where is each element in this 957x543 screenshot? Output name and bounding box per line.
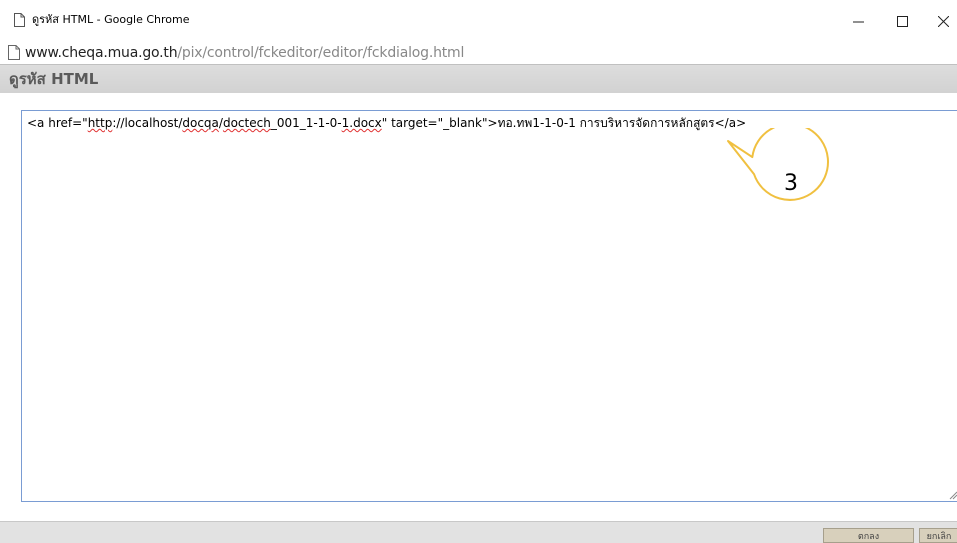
page-icon xyxy=(8,45,20,60)
ok-button[interactable]: ตกลง xyxy=(823,528,914,543)
callout-number: 3 xyxy=(784,171,798,196)
url-host: www.cheqa.mua.go.th xyxy=(25,45,178,61)
resize-grip-icon[interactable] xyxy=(948,490,957,500)
code-segment-misspelled: docqa xyxy=(182,116,219,130)
url-path: /pix/control/fckeditor/editor/fckdialog.… xyxy=(177,45,465,61)
code-segment: " target="_blank">ทอ.ทพ1-1-0-1 การบริหาร… xyxy=(381,116,747,130)
dialog-header: ดูรหัส HTML xyxy=(0,64,957,94)
dialog-title: ดูรหัส HTML xyxy=(9,70,99,88)
cancel-button[interactable]: ยกเลิก xyxy=(919,528,957,543)
close-icon xyxy=(937,15,949,27)
maximize-icon xyxy=(896,15,908,27)
code-segment: ://localhost/ xyxy=(112,116,183,130)
code-segment-misspelled: http xyxy=(87,116,113,130)
close-button[interactable] xyxy=(921,7,957,35)
window-title-bar: ดูรหัส HTML - Google Chrome xyxy=(0,0,957,42)
window-title: ดูรหัส HTML - Google Chrome xyxy=(32,13,190,26)
address-bar[interactable]: www.cheqa.mua.go.th/pix/control/fckedito… xyxy=(0,42,957,64)
minimize-icon xyxy=(852,21,864,22)
dialog-footer: ตกลง ยกเลิก xyxy=(0,521,957,543)
url-text: www.cheqa.mua.go.th/pix/control/fckedito… xyxy=(25,43,464,63)
code-segment: <a href=" xyxy=(27,116,88,130)
maximize-button[interactable] xyxy=(880,7,924,35)
code-segment-misspelled: doctech xyxy=(222,116,271,130)
html-source-text: <a href="http://localhost/docqa/doctech_… xyxy=(27,115,746,131)
page-icon xyxy=(14,13,25,27)
code-segment-misspelled: 1.docx xyxy=(341,116,382,130)
code-segment: _001_1-1-0- xyxy=(270,116,342,130)
minimize-button[interactable] xyxy=(836,7,880,35)
